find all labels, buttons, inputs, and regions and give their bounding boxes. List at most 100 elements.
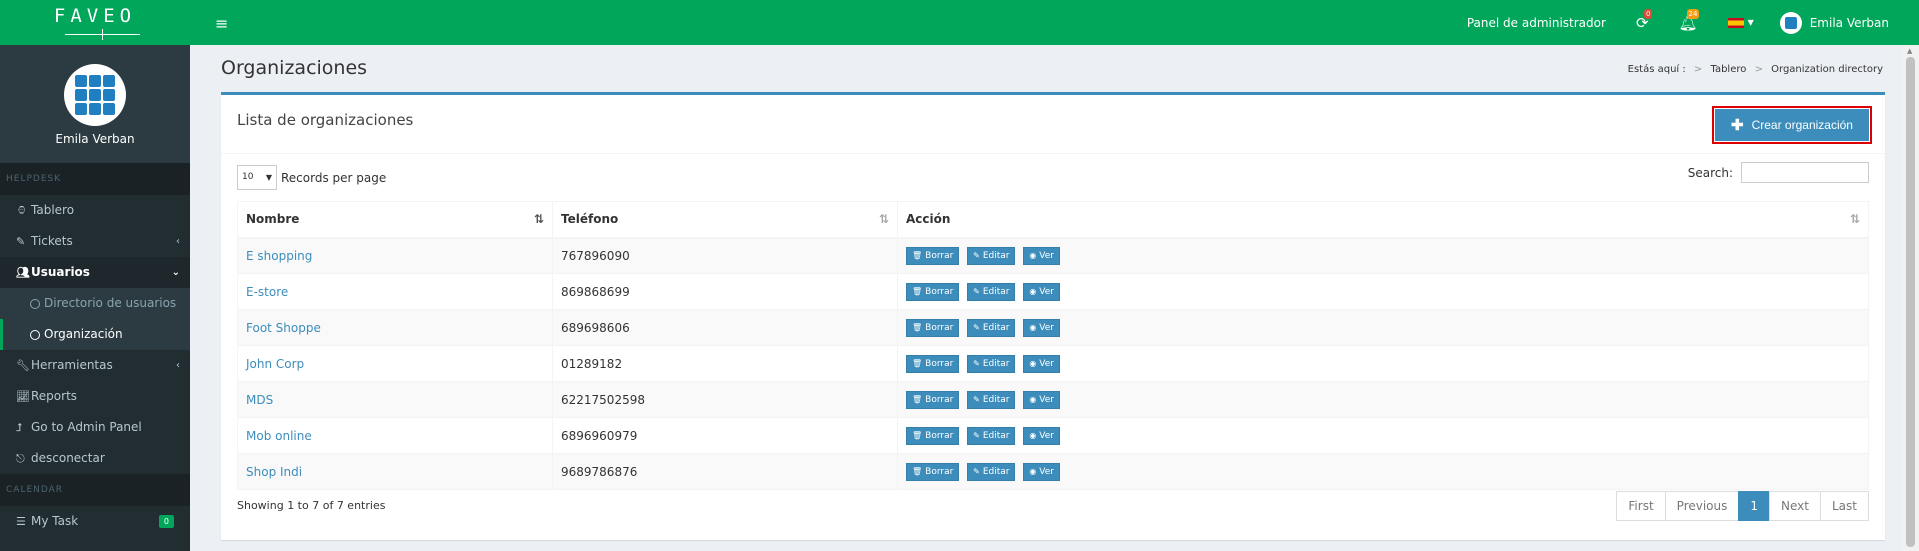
organization-name-link[interactable]: John Corp (246, 357, 304, 371)
edit-button[interactable]: ✎ Editar (967, 354, 1016, 373)
search-control: Search: (1688, 162, 1869, 183)
spain-flag-icon[interactable] (1727, 17, 1744, 28)
table-row: E-store 869868699 🗑︎ Borrar ✎ Editar ◉ Ver (237, 273, 1869, 310)
trash-icon: 🗑︎ (912, 431, 923, 440)
column-header-action[interactable]: Acción ⇅ (897, 201, 1869, 239)
refresh-badge: 0 (1643, 8, 1653, 19)
faveo-logo[interactable]: FAVEO (0, 0, 190, 45)
breadcrumb-label: Estás aquí : (1627, 64, 1686, 75)
row-actions: 🗑︎ Borrar ✎ Editar ◉ Ver (897, 417, 1869, 454)
organizations-box: Lista de organizaciones ✚ Crear organiza… (221, 92, 1885, 540)
create-organization-button[interactable]: ✚ Crear organización (1712, 106, 1872, 144)
sidebar-item-users[interactable]: 👥︎ Usuarios ⌄ (0, 257, 190, 288)
row-actions: 🗑︎ Borrar ✎ Editar ◉ Ver (897, 453, 1869, 490)
pagination-first[interactable]: First (1616, 491, 1666, 521)
admin-panel-link[interactable]: Panel de administrador (1467, 16, 1606, 30)
organization-name-link[interactable]: E-store (246, 285, 288, 299)
trash-icon: 🗑︎ (912, 467, 923, 476)
sidebar-item-tools[interactable]: 🔧︎ Herramientas ‹ (0, 350, 190, 381)
section-header-calendar: CALENDAR (0, 474, 190, 506)
view-button[interactable]: ◉ Ver (1023, 390, 1060, 409)
pagination-last[interactable]: Last (1820, 491, 1869, 521)
organization-phone: 6896960979 (552, 417, 898, 454)
delete-button[interactable]: 🗑︎ Borrar (906, 318, 960, 337)
main-content: Organizaciones Estás aquí : > Tablero > … (190, 45, 1895, 551)
edit-button[interactable]: ✎ Editar (967, 318, 1016, 337)
trash-icon: 🗑︎ (912, 287, 923, 296)
section-header-helpdesk: HELPDESK (0, 163, 190, 195)
sort-asc-icon: ⇅ (533, 212, 544, 226)
delete-button[interactable]: 🗑︎ Borrar (906, 354, 960, 373)
table-row: E shopping 767896090 🗑︎ Borrar ✎ Editar ◉ V… (237, 237, 1869, 274)
edit-icon: ✎ (973, 251, 980, 261)
bell-icon[interactable]: 🔔︎ 24 (1679, 8, 1700, 32)
breadcrumb-home[interactable]: Tablero (1711, 64, 1747, 75)
view-button[interactable]: ◉ Ver (1023, 354, 1060, 373)
scroll-thumb[interactable] (1906, 57, 1915, 547)
refresh-icon[interactable]: ⟳ 0 (1636, 8, 1653, 32)
user-panel: Emila Verban (0, 45, 190, 163)
sidebar-item-user-directory[interactable]: Directorio de usuarios (0, 288, 190, 319)
table-row: Mob online 6896960979 🗑︎ Borrar ✎ Editar ◉… (237, 417, 1869, 454)
organization-name-link[interactable]: Foot Shoppe (246, 321, 321, 335)
pagination-previous[interactable]: Previous (1664, 491, 1740, 521)
edit-icon: ✎ (973, 395, 980, 404)
sidebar-user-name: Emila Verban (55, 132, 135, 146)
eye-icon: ◉ (1029, 359, 1037, 368)
edit-button[interactable]: ✎ Editar (967, 426, 1016, 445)
page-length-select[interactable]: 10 (237, 165, 277, 190)
edit-button[interactable]: ✎ Editar (967, 246, 1016, 265)
search-label: Search: (1687, 165, 1733, 180)
view-button[interactable]: ◉ Ver (1023, 426, 1060, 445)
sort-icon: ⇅ (878, 212, 889, 226)
sidebar-item-dashboard[interactable]: ⌚︎ Tablero (0, 195, 190, 226)
eye-icon: ◉ (1029, 395, 1037, 404)
eye-icon: ◉ (1029, 431, 1037, 440)
organization-name-link[interactable]: E shopping (246, 249, 312, 263)
column-header-phone[interactable]: Teléfono ⇅ (552, 201, 898, 239)
view-button[interactable]: ◉ Ver (1023, 462, 1060, 481)
search-input[interactable] (1741, 162, 1869, 183)
sort-icon: ⇅ (1849, 212, 1860, 226)
page-length-control: 10 Records per page (237, 165, 386, 190)
sidebar-item-tickets[interactable]: ✎ Tickets ‹ (0, 226, 190, 257)
delete-button[interactable]: 🗑︎ Borrar (906, 390, 960, 409)
header-user-name[interactable]: Emila Verban (1810, 16, 1889, 30)
user-avatar[interactable] (1779, 11, 1802, 34)
trash-icon: 🗑︎ (912, 395, 923, 404)
delete-button[interactable]: 🗑︎ Borrar (906, 246, 960, 265)
task-count-badge: 0 (158, 515, 174, 528)
edit-button[interactable]: ✎ Editar (967, 390, 1016, 409)
pagination-current-page[interactable]: 1 (1738, 491, 1771, 521)
trash-icon: 🗑︎ (912, 323, 923, 332)
view-button[interactable]: ◉ Ver (1023, 282, 1060, 301)
delete-button[interactable]: 🗑︎ Borrar (906, 282, 960, 301)
page-scrollbar[interactable]: ▲ (1902, 45, 1919, 551)
eye-icon: ◉ (1029, 251, 1037, 261)
edit-button[interactable]: ✎ Editar (967, 282, 1016, 301)
scroll-up-arrow-icon[interactable]: ▲ (1907, 47, 1912, 55)
sidebar-item-my-task[interactable]: ☰ My Task 0 (0, 506, 190, 537)
pagination-next[interactable]: Next (1769, 491, 1821, 521)
row-actions: 🗑︎ Borrar ✎ Editar ◉ Ver (897, 309, 1869, 346)
sidebar-item-admin-panel[interactable]: ⮥ Go to Admin Panel (0, 412, 190, 443)
top-navbar: FAVEO ≡ Panel de administrador ⟳ 0 🔔︎ 24 ▼… (0, 0, 1919, 45)
delete-button[interactable]: 🗑︎ Borrar (906, 426, 960, 445)
records-per-page-label: Records per page (281, 170, 387, 185)
organization-phone: 01289182 (552, 345, 898, 382)
view-button[interactable]: ◉ Ver (1023, 246, 1060, 265)
sign-out-icon: ⎋ (16, 452, 25, 465)
delete-button[interactable]: 🗑︎ Borrar (906, 462, 960, 481)
organization-name-link[interactable]: Mob online (246, 429, 312, 443)
chevron-down-icon[interactable]: ▼ (1748, 18, 1754, 27)
edit-button[interactable]: ✎ Editar (967, 462, 1016, 481)
organization-name-link[interactable]: MDS (246, 393, 273, 407)
sidebar-item-reports[interactable]: 📈︎ Reports (0, 381, 190, 412)
view-button[interactable]: ◉ Ver (1023, 318, 1060, 337)
breadcrumb: Estás aquí : > Tablero > Organization di… (1627, 64, 1883, 75)
organization-name-link[interactable]: Shop Indi (246, 465, 302, 479)
sidebar-toggle-icon[interactable]: ≡ (215, 14, 228, 33)
sidebar-item-logout[interactable]: ⎋ desconectar (0, 443, 190, 474)
column-header-name[interactable]: Nombre ⇅ (237, 201, 553, 239)
sidebar-item-organization[interactable]: Organización (0, 319, 190, 350)
